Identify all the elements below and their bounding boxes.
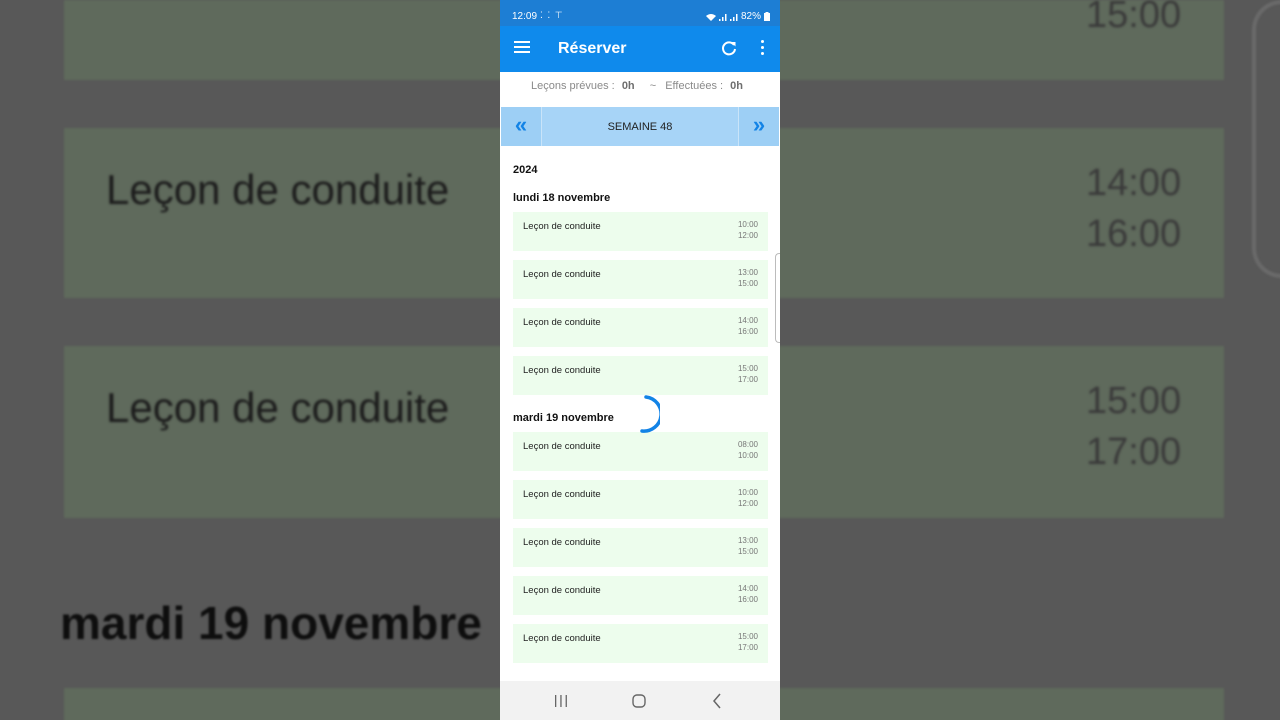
app-bar: Réserver (500, 26, 780, 72)
lesson-card[interactable]: Leçon de conduite 13:00 15:00 (513, 260, 768, 299)
done-label: Effectuées : (665, 80, 724, 92)
lesson-card[interactable]: Leçon de conduite 10:00 12:00 (513, 212, 768, 251)
lesson-card[interactable]: Leçon de conduite 10:00 12:00 (513, 480, 768, 519)
lesson-start: 15:00 (737, 364, 758, 373)
back-icon[interactable] (706, 691, 728, 711)
lesson-name: Leçon de conduite (523, 537, 601, 548)
lesson-end: 12:00 (737, 231, 758, 240)
summary-separator: ~ (649, 80, 657, 92)
status-time: 12:09 (512, 11, 538, 22)
bg-time-top: 15:00 (1086, 0, 1182, 36)
spinner-icon (640, 395, 660, 433)
lesson-name: Leçon de conduite (523, 489, 601, 500)
home-icon[interactable] (628, 691, 650, 711)
chevron-double-left-icon: « (514, 112, 528, 137)
day-heading: lundi 18 novembre (513, 192, 611, 204)
lesson-name: Leçon de conduite (523, 365, 601, 376)
previous-week-button[interactable]: « (501, 107, 542, 146)
lesson-end: 15:00 (737, 279, 758, 288)
bg-card-2-label: Leçon de conduite (106, 384, 450, 431)
lesson-name: Leçon de conduite (523, 585, 601, 596)
lesson-card[interactable]: Leçon de conduite 13:00 15:00 (513, 528, 768, 567)
planned-value: 0h (621, 80, 635, 92)
phone-screen: 12:09 ⁚ ⁚ ⊤ 82% Réserver Leçons prévues … (500, 0, 780, 720)
lesson-end: 17:00 (737, 643, 758, 652)
lesson-card[interactable]: Leçon de conduite 14:00 16:00 (513, 576, 768, 615)
lesson-start: 08:00 (737, 440, 758, 449)
more-vert-icon[interactable] (758, 40, 766, 58)
day-heading: mardi 19 novembre (513, 412, 614, 424)
lesson-start: 13:00 (737, 268, 758, 277)
week-label: SEMAINE 48 (607, 121, 673, 133)
bg-card-2-start: 15:00 (1086, 380, 1182, 422)
bg-day-heading: mardi 19 novembre (60, 597, 482, 649)
lesson-start: 10:00 (737, 488, 758, 497)
lesson-name: Leçon de conduite (523, 269, 601, 280)
lesson-end: 10:00 (737, 451, 758, 460)
lesson-card[interactable]: Leçon de conduite 14:00 16:00 (513, 308, 768, 347)
lesson-name: Leçon de conduite (523, 317, 601, 328)
planned-label: Leçons prévues : (530, 80, 615, 92)
lesson-end: 12:00 (737, 499, 758, 508)
hamburger-icon[interactable] (514, 41, 530, 55)
lesson-end: 15:00 (737, 547, 758, 556)
refresh-icon[interactable] (719, 39, 739, 59)
wifi-icon (705, 13, 716, 21)
chevron-double-right-icon: » (752, 112, 766, 137)
battery-icon (764, 12, 770, 21)
bg-card-1-start: 14:00 (1086, 162, 1182, 204)
notification-icons: ⁚ ⁚ ⊤ (540, 10, 564, 20)
page-title: Réserver (558, 40, 627, 57)
lesson-name: Leçon de conduite (523, 221, 601, 232)
lesson-name: Leçon de conduite (523, 633, 601, 644)
lesson-summary: Leçons prévues : 0h ~ Effectuées : 0h (500, 80, 780, 92)
signal-icon (718, 13, 727, 21)
bg-card-1-label: Leçon de conduite (106, 166, 450, 213)
lesson-start: 10:00 (737, 220, 758, 229)
recents-icon[interactable] (550, 691, 572, 711)
lesson-card[interactable]: Leçon de conduite 15:00 17:00 (513, 624, 768, 663)
battery-percent: 82% (740, 11, 761, 22)
signal-icon-2 (729, 13, 738, 21)
lesson-start: 13:00 (737, 536, 758, 545)
lesson-card[interactable]: Leçon de conduite 08:00 10:00 (513, 432, 768, 471)
lesson-start: 15:00 (737, 632, 758, 641)
status-bar: 12:09 ⁚ ⁚ ⊤ 82% (500, 0, 780, 26)
lesson-start: 14:00 (737, 316, 758, 325)
bg-scroll-edge (1252, 0, 1280, 278)
year-heading: 2024 (513, 164, 538, 176)
lesson-card[interactable]: Leçon de conduite 15:00 17:00 (513, 356, 768, 395)
bg-card-1-end: 16:00 (1086, 213, 1182, 255)
status-indicators: 82% (705, 11, 770, 22)
lesson-name: Leçon de conduite (523, 441, 601, 452)
lesson-end: 16:00 (737, 327, 758, 336)
week-navigator: « SEMAINE 48 » (501, 107, 779, 146)
bg-card-2-end: 17:00 (1086, 431, 1182, 473)
scroll-indicator[interactable] (775, 253, 780, 343)
lesson-end: 17:00 (737, 375, 758, 384)
lesson-end: 16:00 (737, 595, 758, 604)
done-value: 0h (730, 80, 744, 92)
lesson-start: 14:00 (737, 584, 758, 593)
system-nav-bar (500, 681, 780, 720)
next-week-button[interactable]: » (738, 107, 779, 146)
